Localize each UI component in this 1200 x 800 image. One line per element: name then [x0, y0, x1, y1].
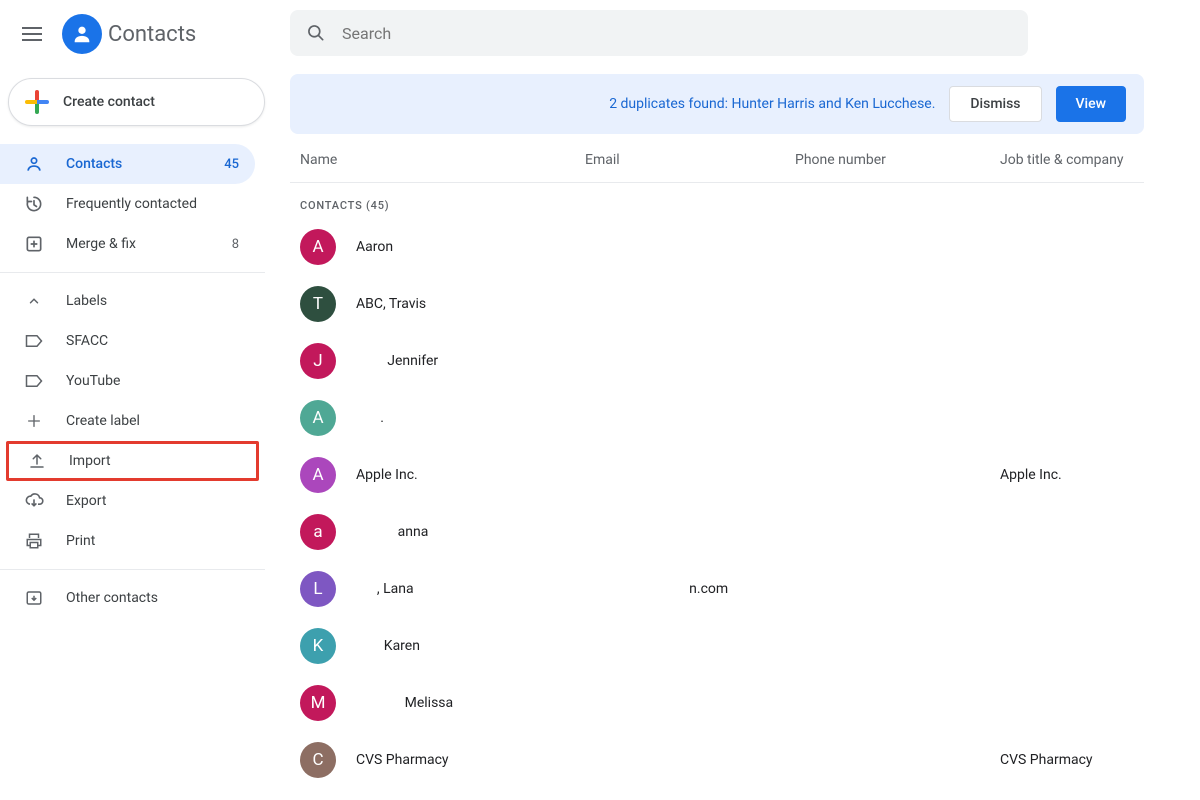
search-bar[interactable]: [290, 10, 1028, 56]
avatar: A: [300, 400, 336, 436]
nav-contacts-label: Contacts: [66, 156, 202, 172]
group-label: Contacts (45): [290, 183, 1200, 218]
col-job: Job title & company: [1000, 152, 1144, 168]
contact-company: Apple Inc.: [1000, 467, 1200, 483]
contact-name: .: [356, 410, 585, 426]
nav-label-youtube-label: YouTube: [66, 373, 239, 389]
nav-export-label: Export: [66, 493, 239, 509]
nav-print[interactable]: Print: [0, 521, 255, 561]
contact-name: CVS Pharmacy: [356, 752, 585, 768]
avatar: M: [300, 685, 336, 721]
contact-email: n.com: [585, 581, 795, 597]
nav-contacts-count: 45: [224, 157, 239, 172]
contact-row[interactable]: A .: [290, 389, 1200, 446]
label-icon: [24, 331, 44, 351]
merge-icon: [24, 234, 44, 254]
contact-name: anna: [356, 524, 585, 540]
contact-name: , Lana: [356, 581, 585, 597]
view-button[interactable]: View: [1056, 86, 1127, 122]
contact-row[interactable]: A Apple Inc. Apple Inc.: [290, 446, 1200, 503]
contact-name: Apple Inc.: [356, 467, 585, 483]
nav-contacts[interactable]: Contacts 45: [0, 144, 255, 184]
chevron-up-icon: [24, 291, 44, 311]
avatar: C: [300, 742, 336, 778]
app-title: Contacts: [108, 22, 196, 47]
nav-create-label-label: Create label: [66, 413, 239, 429]
archive-icon: [24, 588, 44, 608]
create-contact-button[interactable]: Create contact: [8, 78, 265, 126]
contact-row[interactable]: C CVS Pharmacy CVS Pharmacy: [290, 731, 1200, 788]
contact-row[interactable]: A Aaron: [290, 218, 1200, 275]
contact-row[interactable]: M Melissa: [290, 674, 1200, 731]
plus-icon: [25, 90, 49, 114]
col-phone: Phone number: [795, 152, 1000, 168]
nav-import[interactable]: Import: [6, 441, 259, 481]
col-email: Email: [585, 152, 795, 168]
nav-labels-header-label: Labels: [66, 293, 239, 309]
nav-frequent-label: Frequently contacted: [66, 196, 239, 212]
contact-name: Aaron: [356, 239, 585, 255]
nav-label-sfacc[interactable]: SFACC: [0, 321, 255, 361]
nav-merge-fix[interactable]: Merge & fix 8: [0, 224, 255, 264]
cloud-download-icon: [24, 491, 44, 511]
nav-merge-count: 8: [232, 237, 239, 252]
nav-label-sfacc-label: SFACC: [66, 333, 239, 349]
history-icon: [24, 194, 44, 214]
upload-icon: [27, 451, 47, 471]
contact-row[interactable]: K Karen: [290, 617, 1200, 674]
avatar: T: [300, 286, 336, 322]
search-input[interactable]: [342, 24, 1012, 43]
nav-divider: [0, 569, 265, 570]
nav: Contacts 45 Frequently contacted Merge &…: [0, 144, 265, 618]
avatar: J: [300, 343, 336, 379]
contact-name: Melissa: [356, 695, 585, 711]
nav-frequent[interactable]: Frequently contacted: [0, 184, 255, 224]
contact-row[interactable]: a anna: [290, 503, 1200, 560]
search-icon: [306, 23, 326, 43]
avatar: A: [300, 457, 336, 493]
nav-print-label: Print: [66, 533, 239, 549]
contact-name: ABC, Travis: [356, 296, 585, 312]
nav-other-contacts[interactable]: Other contacts: [0, 578, 255, 618]
nav-divider: [0, 272, 265, 273]
contact-company: CVS Pharmacy: [1000, 752, 1200, 768]
nav-label-youtube[interactable]: YouTube: [0, 361, 255, 401]
print-icon: [24, 531, 44, 551]
person-icon: [24, 154, 44, 174]
avatar: K: [300, 628, 336, 664]
nav-other-label: Other contacts: [66, 590, 239, 606]
dismiss-button[interactable]: Dismiss: [949, 86, 1041, 122]
plus-small-icon: [24, 411, 44, 431]
duplicates-banner: 2 duplicates found: Hunter Harris and Ke…: [290, 74, 1144, 134]
nav-labels-header[interactable]: Labels: [0, 281, 255, 321]
contact-row[interactable]: L , Lana n.com: [290, 560, 1200, 617]
nav-export[interactable]: Export: [0, 481, 255, 521]
avatar: L: [300, 571, 336, 607]
hamburger-menu-icon[interactable]: [8, 10, 56, 58]
column-headers: Name Email Phone number Job title & comp…: [290, 134, 1144, 183]
avatar: a: [300, 514, 336, 550]
brand-row: Contacts: [0, 10, 265, 78]
app-logo-icon: [62, 14, 102, 54]
banner-text: 2 duplicates found: Hunter Harris and Ke…: [308, 96, 935, 112]
sidebar: Contacts Create contact Contacts 45 Freq…: [0, 0, 265, 800]
avatar: A: [300, 229, 336, 265]
main: 2 duplicates found: Hunter Harris and Ke…: [265, 0, 1200, 800]
create-contact-label: Create contact: [63, 94, 155, 110]
contact-row[interactable]: T ABC, Travis: [290, 275, 1200, 332]
label-icon: [24, 371, 44, 391]
col-name: Name: [300, 152, 585, 168]
contact-name: Jennifer: [356, 353, 585, 369]
nav-create-label[interactable]: Create label: [0, 401, 255, 441]
nav-import-label: Import: [69, 453, 240, 469]
contact-row[interactable]: J Jennifer: [290, 332, 1200, 389]
nav-merge-label: Merge & fix: [66, 236, 210, 252]
contact-name: Karen: [356, 638, 585, 654]
contact-list: A Aaron T ABC, Travis J Jennifer A . A A…: [290, 218, 1200, 788]
